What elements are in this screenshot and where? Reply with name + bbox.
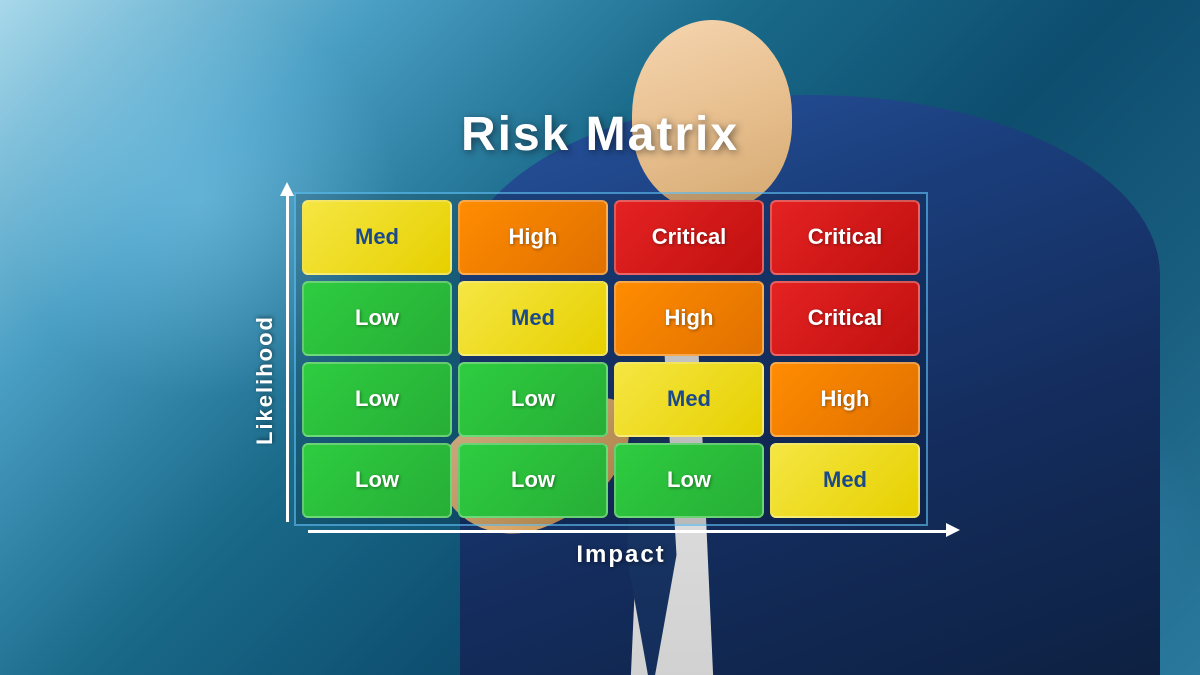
cell-r1c1: Med — [458, 281, 608, 356]
cell-r1c0: Low — [302, 281, 452, 356]
risk-matrix-grid: Med High Critical Critical Low Med High … — [294, 192, 928, 526]
y-axis-label: Likelihood — [252, 315, 278, 445]
cell-r1c2: High — [614, 281, 764, 356]
cell-r3c1: Low — [458, 443, 608, 518]
main-content: Risk Matrix Likelihood Med High Critical… — [0, 0, 1200, 675]
matrix-wrapper: Likelihood Med High Critical Critical Lo… — [252, 192, 948, 569]
x-axis-container: Impact — [294, 526, 948, 569]
cell-r0c0: Med — [302, 200, 452, 275]
cell-r0c2: Critical — [614, 200, 764, 275]
axis-area: Med High Critical Critical Low Med High … — [286, 192, 948, 569]
cell-r2c0: Low — [302, 362, 452, 437]
x-axis-label: Impact — [576, 541, 665, 569]
cell-r0c3: Critical — [770, 200, 920, 275]
y-axis-line — [286, 192, 289, 522]
cell-r3c0: Low — [302, 443, 452, 518]
cell-r3c3: Med — [770, 443, 920, 518]
x-axis-line — [308, 530, 948, 533]
cell-r1c3: Critical — [770, 281, 920, 356]
cell-r0c1: High — [458, 200, 608, 275]
cell-r3c2: Low — [614, 443, 764, 518]
cell-r2c3: High — [770, 362, 920, 437]
x-line-wrapper — [294, 526, 948, 533]
page-title: Risk Matrix — [461, 107, 739, 162]
y-arrow-container: Med High Critical Critical Low Med High … — [286, 192, 928, 526]
cell-r2c2: Med — [614, 362, 764, 437]
cell-r2c1: Low — [458, 362, 608, 437]
